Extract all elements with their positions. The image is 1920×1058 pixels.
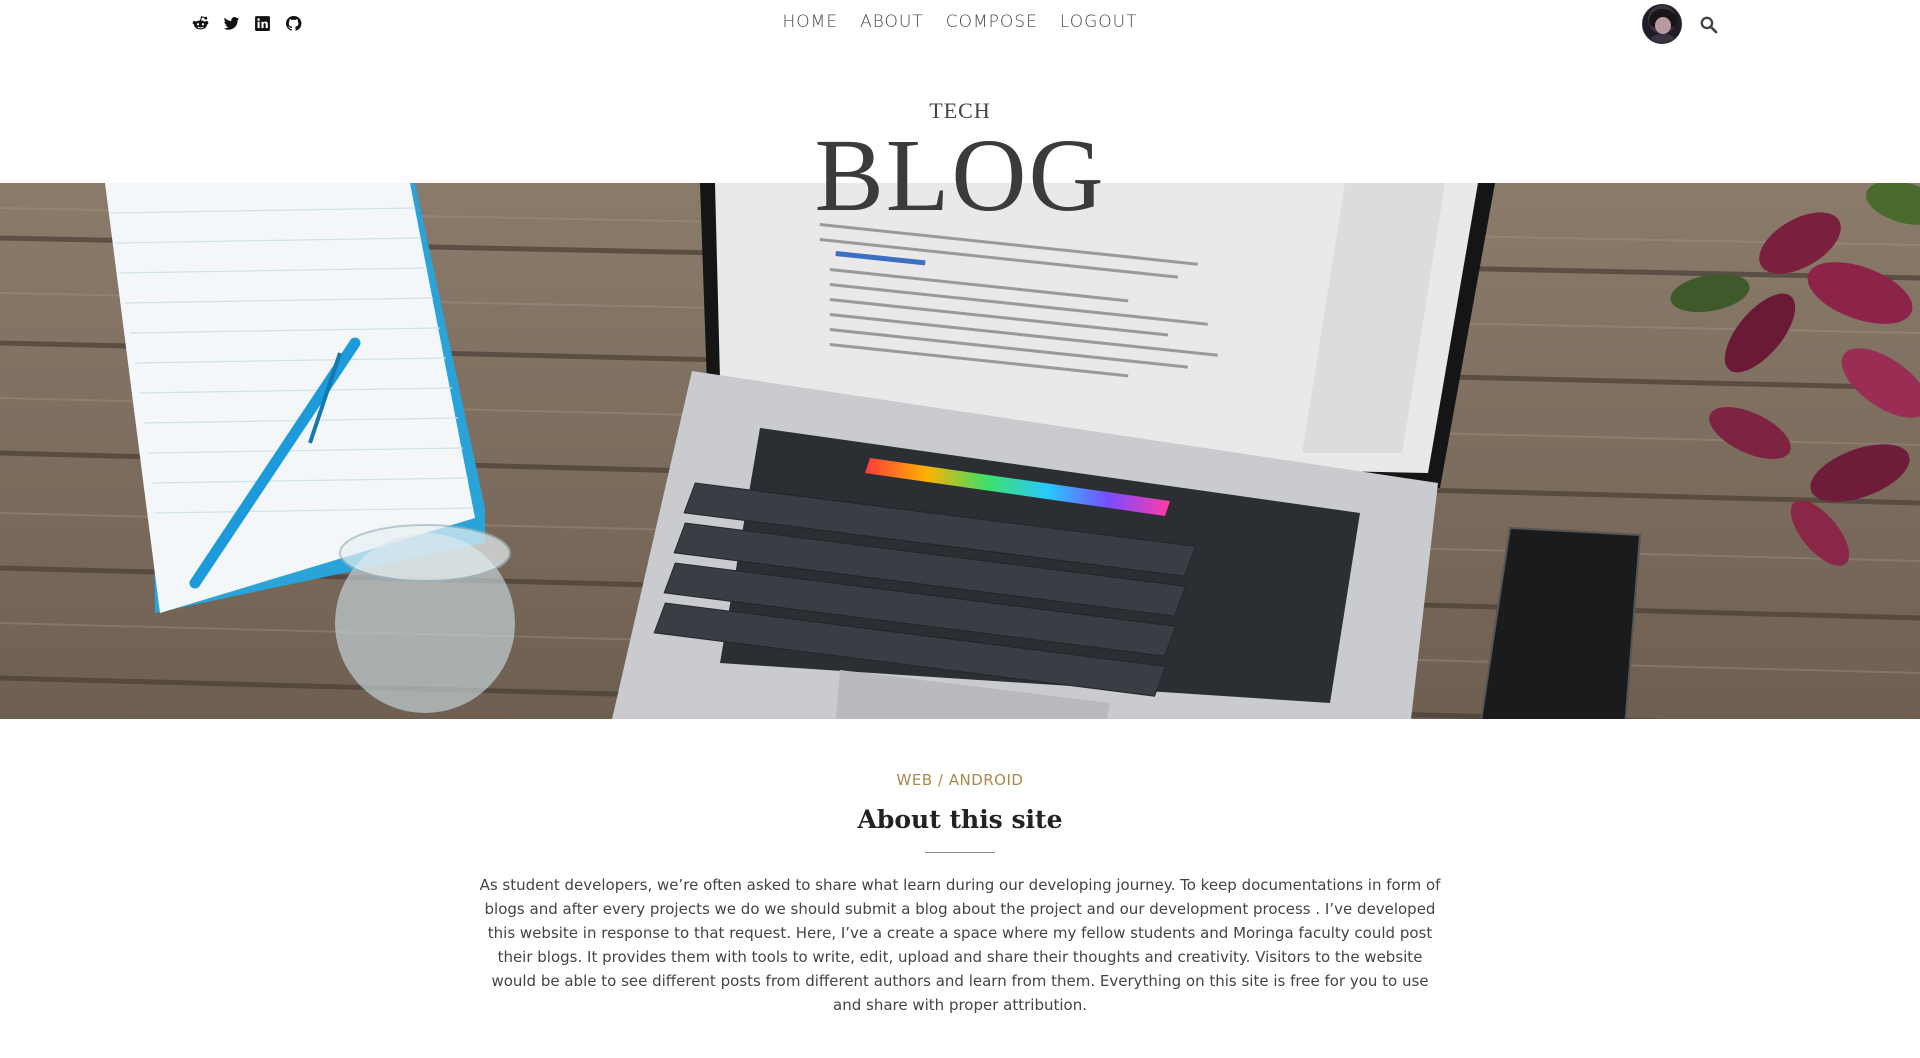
- post-body: As student developers, we’re often asked…: [479, 876, 1441, 1014]
- search-icon[interactable]: [1699, 15, 1718, 34]
- top-navigation-bar: HOME ABOUT COMPOSE LOGOUT: [0, 0, 1920, 50]
- avatar[interactable]: [1642, 4, 1682, 44]
- hero-image: [0, 183, 1920, 719]
- post-title: About this site: [857, 805, 1063, 834]
- site-title: BLOG: [814, 118, 1106, 233]
- title-divider: [925, 852, 995, 853]
- nav-logout[interactable]: LOGOUT: [1060, 12, 1138, 32]
- nav-compose[interactable]: COMPOSE: [946, 12, 1038, 32]
- hero-desk-illustration: [0, 183, 1920, 719]
- post-category[interactable]: WEB / ANDROID: [0, 771, 1920, 789]
- main-nav: HOME ABOUT COMPOSE LOGOUT: [0, 12, 1920, 32]
- nav-home[interactable]: HOME: [783, 12, 839, 32]
- nav-about[interactable]: ABOUT: [860, 12, 924, 32]
